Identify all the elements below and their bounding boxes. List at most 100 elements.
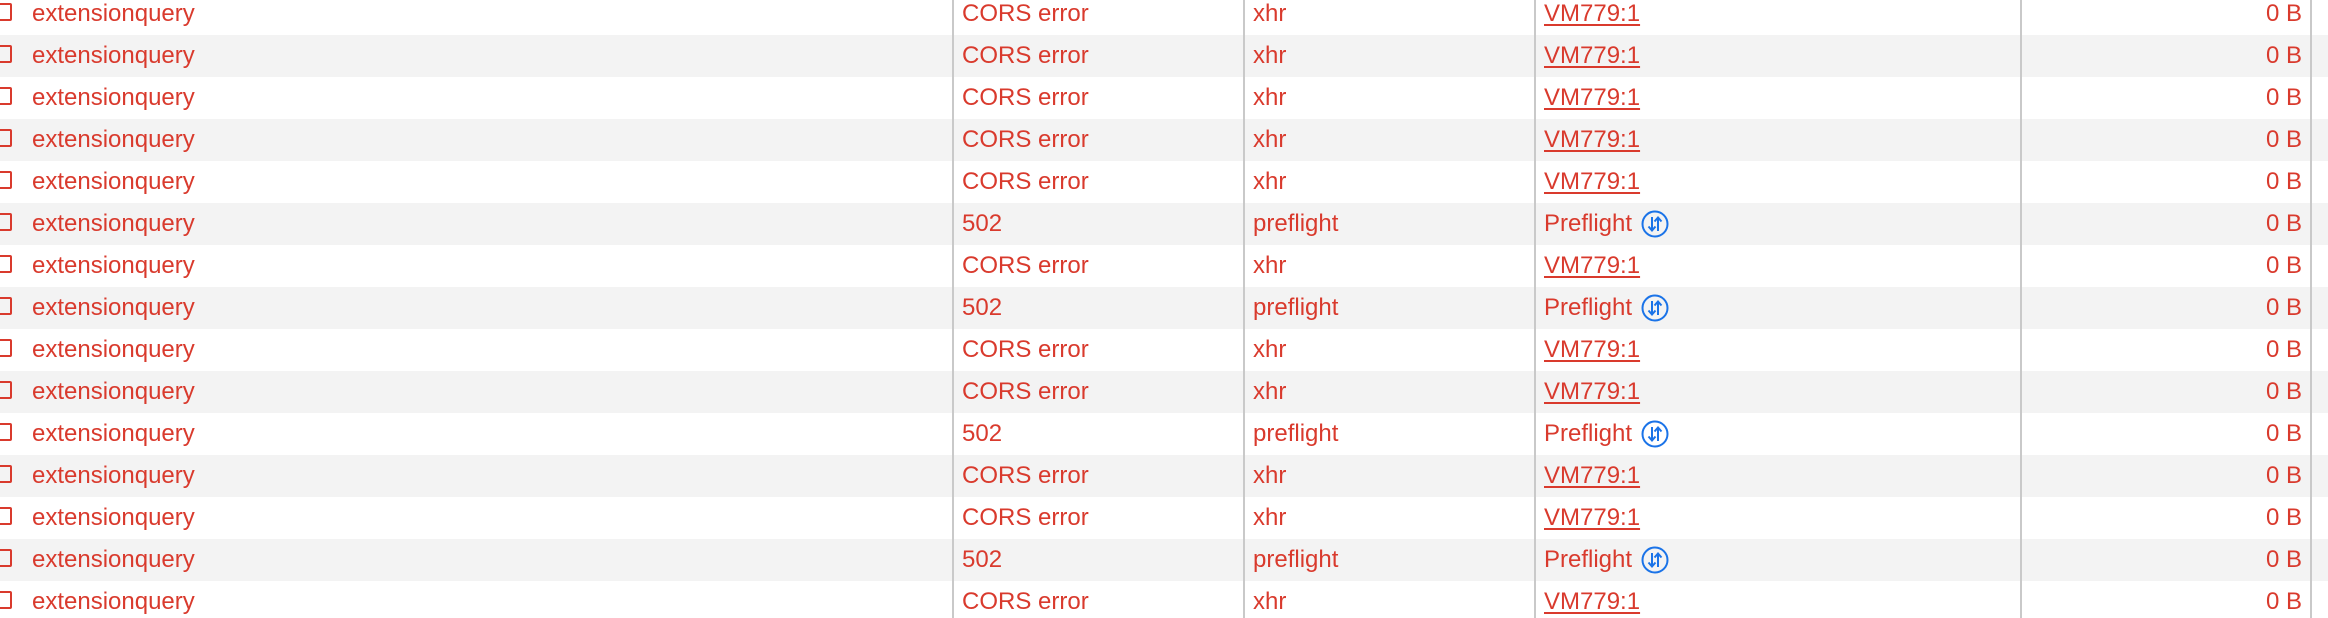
request-status: CORS error [962, 126, 1089, 153]
request-name[interactable]: extensionquery [32, 539, 195, 581]
request-name[interactable]: extensionquery [32, 455, 195, 497]
row-checkbox[interactable] [0, 255, 12, 273]
column-separator[interactable] [952, 0, 954, 618]
request-name[interactable]: extensionquery [32, 497, 195, 539]
initiator-link[interactable]: VM779:1 [1544, 378, 1640, 405]
request-initiator: Preflight [1544, 539, 1670, 581]
request-initiator: VM779:1 [1544, 371, 1640, 413]
table-row[interactable]: extensionquery CORS error xhr VM779:1 0 B [0, 371, 2328, 413]
row-checkbox[interactable] [0, 3, 12, 21]
preflight-initiator[interactable]: Preflight [1544, 287, 1670, 329]
table-row[interactable]: extensionquery CORS error xhr VM779:1 0 B [0, 329, 2328, 371]
request-status: 502 [962, 420, 1003, 447]
request-status: CORS error [962, 336, 1089, 363]
request-size: 0 B [2265, 294, 2302, 321]
initiator-link[interactable]: VM779:1 [1544, 504, 1640, 531]
request-type: preflight [1253, 294, 1339, 321]
row-checkbox[interactable] [0, 507, 12, 525]
initiator-link[interactable]: VM779:1 [1544, 336, 1640, 363]
request-type: xhr [1253, 84, 1287, 111]
request-size: 0 B [2265, 0, 2302, 27]
request-type: xhr [1253, 126, 1287, 153]
row-checkbox[interactable] [0, 171, 12, 189]
table-row[interactable]: extensionquery CORS error xhr VM779:1 0 B [0, 119, 2328, 161]
initiator-link[interactable]: VM779:1 [1544, 168, 1640, 195]
table-row[interactable]: extensionquery 502 preflight Preflight 0 B [0, 203, 2328, 245]
column-separator[interactable] [2310, 0, 2312, 618]
initiator-link[interactable]: VM779:1 [1544, 588, 1640, 615]
request-name[interactable]: extensionquery [32, 287, 195, 329]
preflight-initiator[interactable]: Preflight [1544, 413, 1670, 455]
preflight-initiator[interactable]: Preflight [1544, 539, 1670, 581]
row-checkbox[interactable] [0, 213, 12, 231]
table-row[interactable]: extensionquery CORS error xhr VM779:1 0 B [0, 0, 2328, 35]
table-row[interactable]: extensionquery CORS error xhr VM779:1 0 B [0, 245, 2328, 287]
request-name[interactable]: extensionquery [32, 77, 195, 119]
request-name[interactable]: extensionquery [32, 329, 195, 371]
row-checkbox[interactable] [0, 87, 12, 105]
table-row[interactable]: extensionquery 502 preflight Preflight 0 B [0, 539, 2328, 581]
row-checkbox[interactable] [0, 297, 12, 315]
request-initiator: VM779:1 [1544, 581, 1640, 618]
initiator-link[interactable]: VM779:1 [1544, 84, 1640, 111]
request-status: CORS error [962, 588, 1089, 615]
request-status: CORS error [962, 252, 1089, 279]
row-checkbox[interactable] [0, 339, 12, 357]
preflight-initiator[interactable]: Preflight [1544, 203, 1670, 245]
network-request-table: extensionquery CORS error xhr VM779:1 0 B ext… [0, 0, 2328, 618]
request-name[interactable]: extensionquery [32, 581, 195, 618]
request-status: CORS error [962, 42, 1089, 69]
column-separator[interactable] [1243, 0, 1245, 618]
request-type: xhr [1253, 588, 1287, 615]
request-type: preflight [1253, 546, 1339, 573]
table-row[interactable]: extensionquery CORS error xhr VM779:1 0 B [0, 77, 2328, 119]
column-separator[interactable] [1534, 0, 1536, 618]
request-size: 0 B [2265, 546, 2302, 573]
request-initiator: VM779:1 [1544, 77, 1640, 119]
request-name[interactable]: extensionquery [32, 161, 195, 203]
row-checkbox[interactable] [0, 129, 12, 147]
table-row[interactable]: extensionquery CORS error xhr VM779:1 0 B [0, 161, 2328, 203]
initiator-link[interactable]: VM779:1 [1544, 126, 1640, 153]
request-initiator: VM779:1 [1544, 329, 1640, 371]
request-status: CORS error [962, 504, 1089, 531]
row-checkbox[interactable] [0, 591, 12, 609]
row-checkbox[interactable] [0, 465, 12, 483]
request-name[interactable]: extensionquery [32, 35, 195, 77]
table-row[interactable]: extensionquery 502 preflight Preflight 0 B [0, 413, 2328, 455]
initiator-link[interactable]: VM779:1 [1544, 252, 1640, 279]
initiator-link[interactable]: VM779:1 [1544, 0, 1640, 27]
row-checkbox[interactable] [0, 423, 12, 441]
request-type: xhr [1253, 0, 1287, 27]
initiator-link[interactable]: VM779:1 [1544, 42, 1640, 69]
row-checkbox[interactable] [0, 549, 12, 567]
request-name[interactable]: extensionquery [32, 119, 195, 161]
request-name[interactable]: extensionquery [32, 203, 195, 245]
preflight-arrows-icon[interactable] [1640, 293, 1670, 323]
request-initiator: VM779:1 [1544, 161, 1640, 203]
request-status: CORS error [962, 84, 1089, 111]
request-name[interactable]: extensionquery [32, 245, 195, 287]
table-row[interactable]: extensionquery 502 preflight Preflight 0 B [0, 287, 2328, 329]
table-row[interactable]: extensionquery CORS error xhr VM779:1 0 B [0, 497, 2328, 539]
request-size: 0 B [2265, 126, 2302, 153]
request-name[interactable]: extensionquery [32, 0, 195, 35]
row-checkbox[interactable] [0, 381, 12, 399]
table-row[interactable]: extensionquery CORS error xhr VM779:1 0 B [0, 35, 2328, 77]
preflight-label: Preflight [1544, 420, 1633, 447]
request-size: 0 B [2265, 336, 2302, 363]
request-type: xhr [1253, 252, 1287, 279]
request-initiator: VM779:1 [1544, 497, 1640, 539]
preflight-arrows-icon[interactable] [1640, 419, 1670, 449]
table-row[interactable]: extensionquery CORS error xhr VM779:1 0 B [0, 581, 2328, 618]
request-name[interactable]: extensionquery [32, 371, 195, 413]
table-row[interactable]: extensionquery CORS error xhr VM779:1 0 B [0, 455, 2328, 497]
column-separator[interactable] [2020, 0, 2022, 618]
preflight-arrows-icon[interactable] [1640, 209, 1670, 239]
preflight-label: Preflight [1544, 546, 1633, 573]
request-initiator: VM779:1 [1544, 119, 1640, 161]
initiator-link[interactable]: VM779:1 [1544, 462, 1640, 489]
row-checkbox[interactable] [0, 45, 12, 63]
request-name[interactable]: extensionquery [32, 413, 195, 455]
preflight-arrows-icon[interactable] [1640, 545, 1670, 575]
